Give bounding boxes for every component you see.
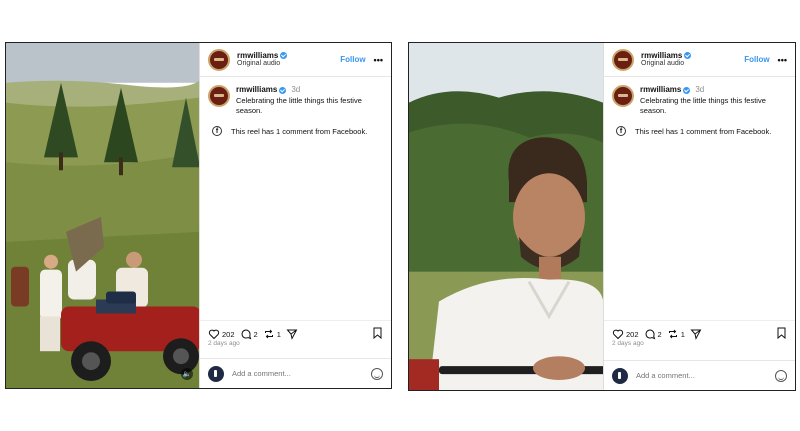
caption-avatar[interactable] [612, 85, 634, 107]
reel-video-frame [6, 43, 199, 388]
comment-count: 2 [253, 329, 258, 339]
follow-button[interactable]: Follow [744, 55, 769, 64]
emoji-icon[interactable] [371, 367, 383, 380]
facebook-note-text: This reel has 1 comment from Facebook. [231, 126, 368, 136]
profile-avatar[interactable] [208, 48, 230, 71]
caption-username-row: rmwilliams 3d [640, 85, 704, 96]
repost-button[interactable]: 1 [667, 328, 685, 340]
header-username-row[interactable]: rmwilliams [237, 51, 340, 60]
original-audio-link[interactable]: Original audio [641, 60, 744, 68]
caption-username[interactable]: rmwilliams [236, 85, 277, 96]
comment-bar [200, 358, 391, 388]
reel-video[interactable]: 🔈 [6, 43, 199, 388]
comment-button[interactable]: 2 [644, 328, 662, 340]
send-icon [286, 329, 298, 340]
post-header: rmwilliams Original audio Follow ••• [200, 43, 391, 77]
heart-icon [612, 329, 624, 340]
verified-icon [684, 51, 692, 59]
comment-input[interactable] [636, 371, 775, 380]
heart-icon [208, 329, 220, 340]
post-panel: rmwilliams Original audio Follow ••• rmw… [603, 43, 795, 390]
verified-icon [279, 86, 287, 94]
caption-age: 3d [695, 85, 705, 94]
caption: rmwilliams 3d Celebrating the little thi… [200, 77, 391, 116]
reel-video[interactable] [409, 43, 603, 390]
post-panel: rmwilliams Original audio Follow ••• rmw… [199, 43, 391, 388]
caption-text: Celebrating the little things this festi… [236, 95, 362, 115]
like-count: 202 [222, 329, 235, 339]
facebook-note-text: This reel has 1 comment from Facebook. [635, 126, 772, 136]
post-header: rmwilliams Original audio Follow ••• [604, 43, 795, 77]
comment-icon [645, 329, 655, 340]
reel-video-frame [409, 43, 603, 390]
bookmark-icon [373, 327, 382, 340]
more-options-icon[interactable]: ••• [374, 55, 383, 65]
repost-count: 1 [680, 329, 685, 339]
posted-time: 2 days ago [612, 340, 644, 347]
comment-icon [241, 329, 251, 340]
action-bar: 202 2 1 [200, 320, 391, 341]
comment-bar [604, 360, 795, 390]
header-username[interactable]: rmwilliams [237, 51, 278, 60]
action-bar: 202 2 1 [604, 320, 795, 341]
comment-input[interactable] [232, 369, 371, 378]
reel-post-2: rmwilliams Original audio Follow ••• rmw… [408, 42, 796, 391]
repost-icon [668, 329, 677, 339]
caption-username[interactable]: rmwilliams [640, 85, 681, 96]
like-button[interactable]: 202 [208, 328, 235, 340]
repost-button[interactable]: 1 [263, 328, 281, 340]
save-button[interactable] [372, 327, 383, 341]
more-options-icon[interactable]: ••• [778, 55, 787, 65]
send-icon [690, 329, 702, 340]
verified-icon [280, 51, 288, 59]
emoji-icon[interactable] [775, 369, 787, 382]
repost-icon [264, 329, 273, 339]
like-count: 202 [626, 329, 639, 339]
like-button[interactable]: 202 [612, 328, 639, 340]
reel-post-1: 🔈 rmwilliams Original audio Follow ••• r… [5, 42, 392, 389]
caption-text: Celebrating the little things this festi… [640, 95, 766, 115]
comment-button[interactable]: 2 [240, 328, 258, 340]
follow-button[interactable]: Follow [340, 55, 365, 64]
caption-avatar[interactable] [208, 85, 230, 107]
caption-username-row: rmwilliams 3d [236, 85, 300, 96]
caption-age: 3d [291, 85, 301, 94]
header-username-row[interactable]: rmwilliams [641, 51, 744, 60]
facebook-icon: f [616, 126, 626, 137]
save-button[interactable] [776, 327, 787, 341]
caption: rmwilliams 3d Celebrating the little thi… [604, 77, 795, 116]
bookmark-icon [777, 327, 786, 340]
mute-icon[interactable]: 🔈 [181, 368, 193, 380]
facebook-comment-note: f This reel has 1 comment from Facebook. [200, 116, 391, 137]
user-avatar [208, 365, 224, 382]
facebook-icon: f [212, 126, 222, 137]
share-button[interactable] [286, 328, 300, 340]
share-button[interactable] [690, 328, 704, 340]
repost-count: 1 [276, 329, 281, 339]
user-avatar [612, 367, 628, 384]
posted-time: 2 days ago [208, 340, 240, 347]
original-audio-link[interactable]: Original audio [237, 60, 340, 68]
profile-avatar[interactable] [612, 48, 634, 71]
verified-icon [683, 86, 691, 94]
facebook-comment-note: f This reel has 1 comment from Facebook. [604, 116, 795, 137]
comment-count: 2 [657, 329, 662, 339]
header-username[interactable]: rmwilliams [641, 51, 682, 60]
